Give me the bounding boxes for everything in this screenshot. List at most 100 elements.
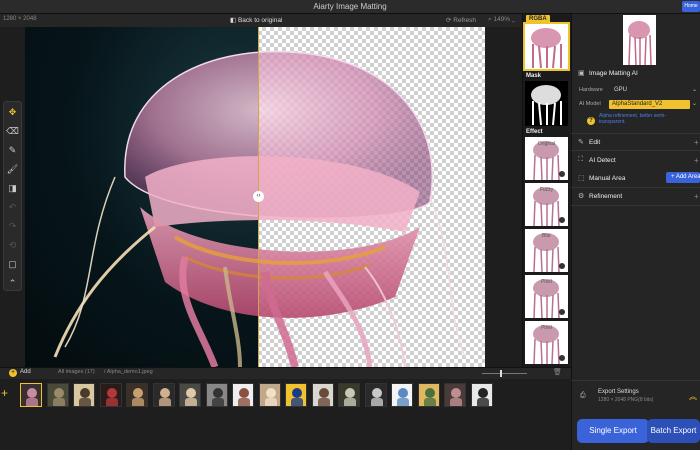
film-thumb-woman-dark[interactable] [444, 383, 466, 407]
refresh-button[interactable]: ⟳ Refresh [446, 16, 476, 24]
effect-thumb[interactable]: Fuzzy [525, 183, 568, 226]
undo-icon[interactable]: ↶ [4, 199, 21, 216]
film-thumb-deer[interactable] [46, 383, 69, 407]
film-thumb-lady-hat[interactable] [179, 383, 201, 407]
ai-model-chevron-icon[interactable]: ⌄ [692, 100, 697, 107]
export-settings-subtitle: 1280 × 2048 PNG(8 bits) [598, 397, 654, 403]
thumb-size-knob[interactable] [500, 370, 502, 377]
ai-model-label: AI Model [579, 101, 601, 107]
zoom-value: 149% [493, 16, 511, 23]
divider [571, 187, 700, 188]
brush-icon[interactable]: 🖌 [4, 161, 21, 178]
rgba-label: RGBA [526, 15, 550, 24]
export-settings-icon: ⎙ [580, 392, 586, 399]
film-thumb-man-back[interactable] [364, 383, 387, 407]
refinement-section[interactable]: Refinement [589, 193, 622, 200]
back-to-original-button[interactable]: ◧ Back to original [230, 16, 282, 24]
film-thumb-image [132, 388, 144, 406]
effect-thumb[interactable]: Pixel [525, 275, 568, 318]
refinement-expand-icon[interactable]: + [694, 192, 699, 201]
ai-detect-icon: ⛶ [578, 156, 583, 163]
film-thumb-image [185, 388, 197, 406]
film-thumb-image [317, 388, 330, 406]
film-thumb-bicycle[interactable] [73, 383, 95, 407]
film-thumb-hands[interactable] [258, 383, 281, 407]
film-thumb-woman-field[interactable] [417, 383, 440, 407]
ai-detect-section[interactable]: AI Detect [589, 157, 616, 164]
effect-thumb[interactable]: Pixel [525, 321, 568, 364]
film-thumb-water[interactable] [391, 383, 413, 407]
film-thumb-image [211, 388, 224, 406]
effect-thumb-label: Original [537, 141, 556, 147]
move-icon[interactable]: ✥ [4, 104, 21, 121]
hardware-select[interactable]: GPU [614, 87, 627, 93]
film-thumb-image [238, 388, 250, 406]
batch-export-button[interactable]: Batch Export [647, 419, 700, 443]
hardware-label: Hardware [579, 87, 603, 93]
back-to-original-label: Back to original [237, 17, 283, 24]
compare-icon[interactable]: ▢ [4, 256, 21, 273]
add-images-button[interactable]: Add [20, 369, 31, 375]
edit-toolbar: ✥ ⌫ ✎ 🖌 ◨ ↶ ↷ ⟲ ▢ ⌃ [3, 101, 22, 291]
film-thumb-bw-car[interactable] [470, 383, 493, 407]
hardware-chevron-icon[interactable]: ⌄ [692, 86, 697, 93]
film-thumb-smile[interactable] [232, 383, 254, 407]
film-thumb-portrait-bw[interactable] [205, 383, 228, 407]
mask-label: Mask [526, 73, 542, 79]
ai-model-value: AlphaStandard_V2 [612, 101, 663, 107]
pencil-icon[interactable]: ✎ [4, 142, 21, 159]
film-thumb-yellow-shirt[interactable] [285, 383, 307, 407]
title-bar: Aiarty Image Matting Home [0, 0, 700, 14]
single-export-button[interactable]: Single Export [577, 419, 649, 443]
window-title: Aiarty Image Matting [313, 2, 387, 11]
compare-icon: ◧ [230, 17, 238, 24]
edit-section[interactable]: Edit [589, 139, 600, 146]
film-thumb-image [344, 388, 356, 406]
export-settings-title[interactable]: Export Settings [598, 389, 639, 395]
export-expand-icon[interactable]: ︽ [689, 391, 697, 402]
film-thumb-woman-red[interactable] [99, 383, 122, 407]
image-count: All images (17) [58, 369, 95, 375]
add-area-button[interactable]: + Add Area [666, 172, 700, 183]
filmstrip-add-icon[interactable]: + [1, 386, 8, 400]
film-thumb-jellyfish[interactable] [20, 383, 42, 407]
film-thumb-image [476, 388, 489, 406]
effect-label: Effect [526, 129, 543, 135]
film-thumb-car[interactable] [338, 383, 360, 407]
compare-handle-icon[interactable]: ‹› [253, 191, 264, 202]
film-thumb-image [264, 388, 277, 406]
effect-thumb-label: Pixel [541, 325, 552, 331]
effect-thumb[interactable]: Blur [525, 229, 568, 272]
image-canvas[interactable]: ‹› [25, 27, 522, 367]
bucket-icon[interactable]: ◨ [4, 180, 21, 197]
manual-area-icon: ⬚ [578, 175, 585, 182]
help-icon[interactable]: ? [587, 117, 595, 125]
film-thumb-baby[interactable] [311, 383, 334, 407]
image-dimensions: 1280 × 2048 [3, 16, 37, 22]
effect-thumb[interactable]: Original [525, 137, 568, 180]
film-thumb-image [79, 388, 91, 406]
collapse-icon[interactable]: ⌃ [4, 275, 21, 292]
ai-detect-expand-icon[interactable]: + [694, 156, 699, 165]
refresh-label: Refresh [453, 17, 477, 24]
edit-expand-icon[interactable]: + [694, 138, 699, 147]
home-button[interactable]: Home [682, 1, 700, 12]
add-icon[interactable]: + [9, 369, 17, 377]
rgba-thumb[interactable] [523, 22, 570, 71]
model-hint: Alpha refinement, better semi-transparen… [599, 113, 666, 125]
mask-thumb[interactable] [525, 81, 568, 126]
eraser-icon[interactable]: ⌫ [4, 123, 21, 140]
manual-area-section: Manual Area [589, 175, 626, 182]
settings-panel [571, 14, 700, 450]
zoom-control[interactable]: ⌕ 149% ⌄ [488, 16, 515, 24]
thumb-size-slider[interactable] [482, 373, 527, 374]
film-thumb-hair-1[interactable] [126, 383, 148, 407]
jellyfish-image [53, 50, 466, 367]
effect-thumb-label: Blur [542, 233, 551, 239]
image-ai-icon: ▣ [578, 70, 585, 77]
matting-section-title: Image Matting AI [589, 70, 638, 77]
reset-icon[interactable]: ⟲ [4, 237, 21, 254]
film-thumb-girl-1[interactable] [152, 383, 175, 407]
redo-icon[interactable]: ↷ [4, 218, 21, 235]
trash-icon[interactable]: 🗑 [553, 368, 562, 376]
